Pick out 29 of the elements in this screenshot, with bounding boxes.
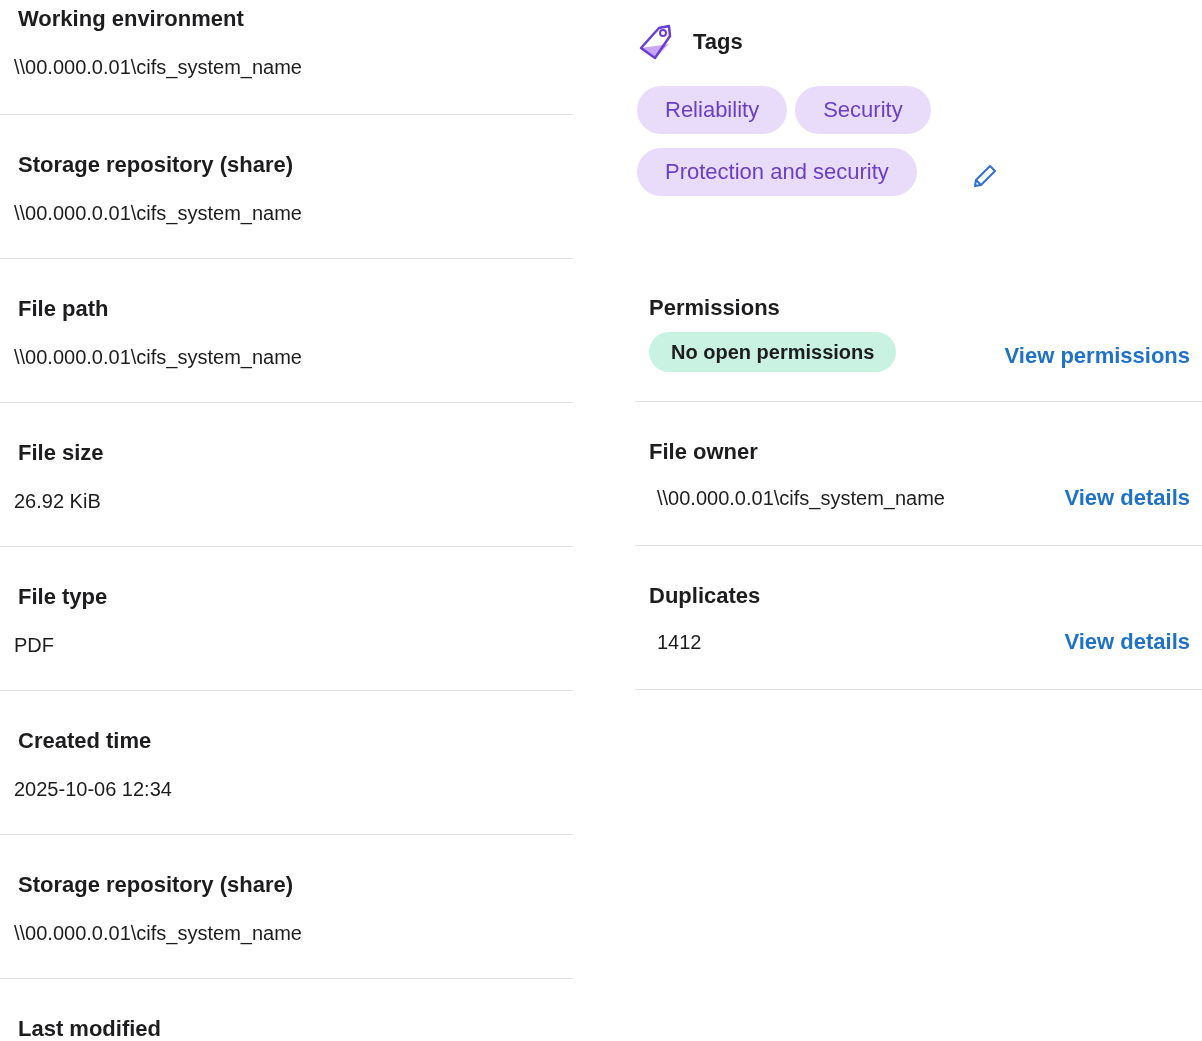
field-value: 2025-10-06 12:34 [14, 777, 173, 802]
details-link[interactable]: View details [1064, 485, 1190, 511]
field-label: File path [18, 295, 110, 323]
field-value: \\00.000.0.01\cifs_system_name [657, 486, 945, 512]
field-value: \\00.000.0.01\cifs_system_name [14, 345, 303, 371]
field-label: File owner [649, 438, 759, 466]
field-label: Permissions [649, 294, 781, 322]
field-value: \\00.000.0.01\cifs_system_name [14, 55, 303, 81]
field-value: 1412 [657, 630, 702, 655]
tag-chip: Protection and security [637, 148, 917, 196]
field-label: Working environment [18, 5, 245, 33]
field-label: File size [18, 439, 105, 467]
tag-icon [637, 22, 673, 62]
field-label: Duplicates [649, 582, 762, 610]
tag-chip: Security [795, 86, 931, 134]
field-label: Storage repository (share) [18, 151, 295, 179]
field-value: \\00.000.0.01\cifs_system_name [14, 921, 303, 947]
field-label: Last modified [18, 1015, 162, 1041]
field-label: Created time [18, 727, 153, 755]
field-label: File type [18, 583, 109, 611]
details-link[interactable]: View details [1064, 629, 1190, 655]
tag-chip: Reliability [637, 86, 788, 134]
field-value: \\00.000.0.01\cifs_system_name [14, 201, 303, 227]
field-value: 26.92 KiB [14, 489, 102, 514]
field-value: PDF [14, 633, 55, 658]
field-label: Storage repository (share) [18, 871, 295, 899]
details-link[interactable]: View permissions [1004, 343, 1190, 369]
status-badge: No open permissions [649, 332, 897, 372]
section-title: Tags [693, 29, 743, 55]
